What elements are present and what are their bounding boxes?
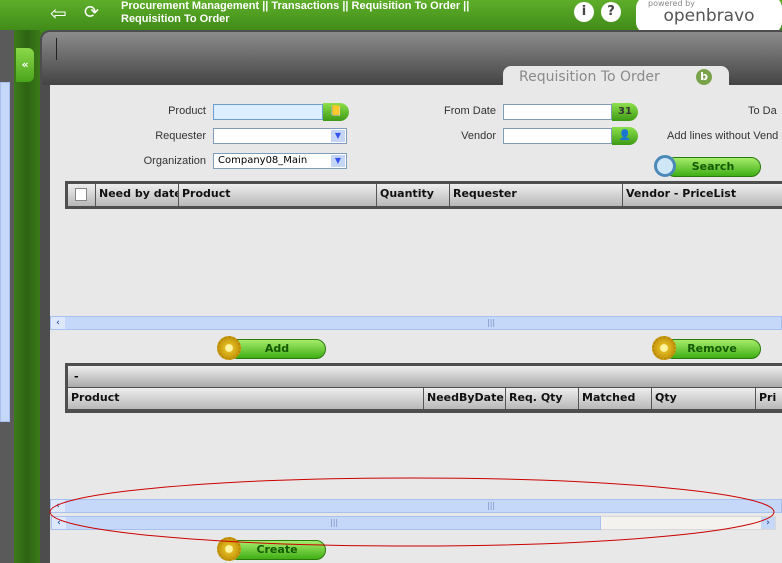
annotation-ellipse xyxy=(49,477,775,547)
